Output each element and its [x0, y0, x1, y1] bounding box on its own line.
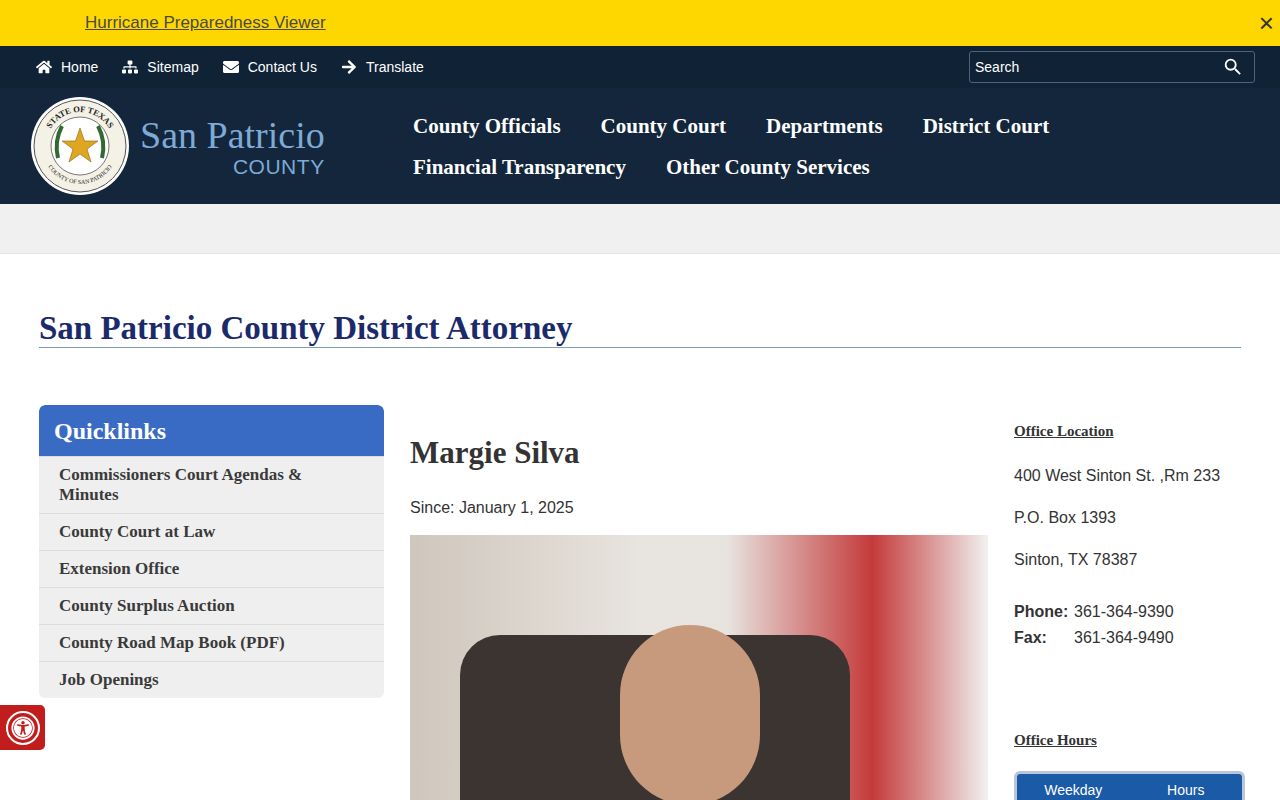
envelope-icon [223, 59, 239, 75]
logo[interactable]: STATE OF TEXAS COUNTY OF SAN PATRICIO San … [30, 96, 413, 196]
home-icon [36, 59, 52, 75]
utility-link[interactable]: Sitemap [122, 57, 198, 78]
nav-item[interactable]: Other County Services [666, 153, 870, 181]
breadcrumb-strip [0, 204, 1280, 254]
site-header: STATE OF TEXAS COUNTY OF SAN PATRICIO San … [0, 88, 1280, 204]
svg-text:STATE OF TEXAS: STATE OF TEXAS [44, 104, 116, 130]
quicklink-item[interactable]: County Court at Law [39, 513, 384, 550]
table-header-cell: Weekday [1017, 780, 1130, 800]
official-profile: Margie Silva Since: January 1, 2025 [410, 405, 988, 800]
banner-link[interactable]: Hurricane Preparedness Viewer [85, 10, 326, 36]
office-info: Office Location 400 West Sinton St. ,Rm 2… [1014, 405, 1245, 800]
utility-link[interactable]: Home [36, 57, 98, 78]
nav-item[interactable]: County Officials [413, 112, 561, 140]
search-icon[interactable] [1222, 56, 1244, 78]
quicklink-item[interactable]: County Surplus Auction [39, 587, 384, 624]
quicklink-item[interactable]: Commissioners Court Agendas & Minutes [39, 456, 384, 513]
nav-item[interactable]: Financial Transparency [413, 153, 626, 181]
logo-name: San Patricio [140, 116, 325, 154]
quicklinks-header: Quicklinks [39, 405, 384, 456]
content: San Patricio County District Attorney Qui… [39, 254, 1241, 800]
arrow-icon [341, 59, 357, 75]
address-line: Sinton, TX 78387 [1014, 549, 1245, 571]
quicklink-item[interactable]: Job Openings [39, 661, 384, 698]
official-since: Since: January 1, 2025 [410, 496, 988, 520]
svg-text:COUNTY OF SAN PATRICIO: COUNTY OF SAN PATRICIO [47, 163, 113, 185]
address-line: 400 West Sinton St. ,Rm 233 [1014, 465, 1245, 487]
utility-link[interactable]: Translate [341, 57, 424, 78]
page-title: San Patricio County District Attorney [39, 310, 1241, 348]
fax: Fax:361-364-9490 [1014, 627, 1245, 649]
official-photo [410, 535, 988, 800]
county-seal-icon: STATE OF TEXAS COUNTY OF SAN PATRICIO [30, 96, 130, 196]
sitemap-icon [122, 59, 138, 75]
quicklinks: QuicklinksCommissioners Court Agendas & … [39, 405, 384, 698]
search-box[interactable]: Search [969, 51, 1255, 83]
accessibility-button[interactable] [0, 705, 45, 750]
banner-close[interactable]: × [1259, 10, 1274, 36]
quicklink-item[interactable]: Extension Office [39, 550, 384, 587]
official-name: Margie Silva [410, 435, 988, 471]
quicklink-item[interactable]: County Road Map Book (PDF) [39, 624, 384, 661]
nav-item[interactable]: District Court [923, 112, 1050, 140]
office-location-heading: Office Location [1014, 420, 1245, 443]
main-nav: County Officials County Court Departments D… [413, 112, 1049, 181]
search-placeholder: Search [975, 57, 1019, 78]
nav-item[interactable]: County Court [601, 112, 726, 140]
office-hours-heading: Office Hours [1014, 729, 1245, 752]
phone: Phone:361-364-9390 [1014, 601, 1245, 623]
alert-banner: Hurricane Preparedness Viewer × [0, 0, 1280, 46]
logo-sub: COUNTY [233, 156, 325, 177]
accessibility-icon [11, 716, 35, 740]
nav-item[interactable]: Departments [766, 112, 883, 140]
table-header-cell: Hours [1130, 780, 1243, 800]
address-line: P.O. Box 1393 [1014, 507, 1245, 529]
utility-bar: Home Sitemap Contact Us Translate Search [0, 46, 1280, 88]
office-hours-table: WeekdayHours [1014, 771, 1245, 800]
page: Hurricane Preparedness Viewer × Home Sitema… [0, 0, 1280, 800]
utility-link[interactable]: Contact Us [223, 57, 317, 78]
